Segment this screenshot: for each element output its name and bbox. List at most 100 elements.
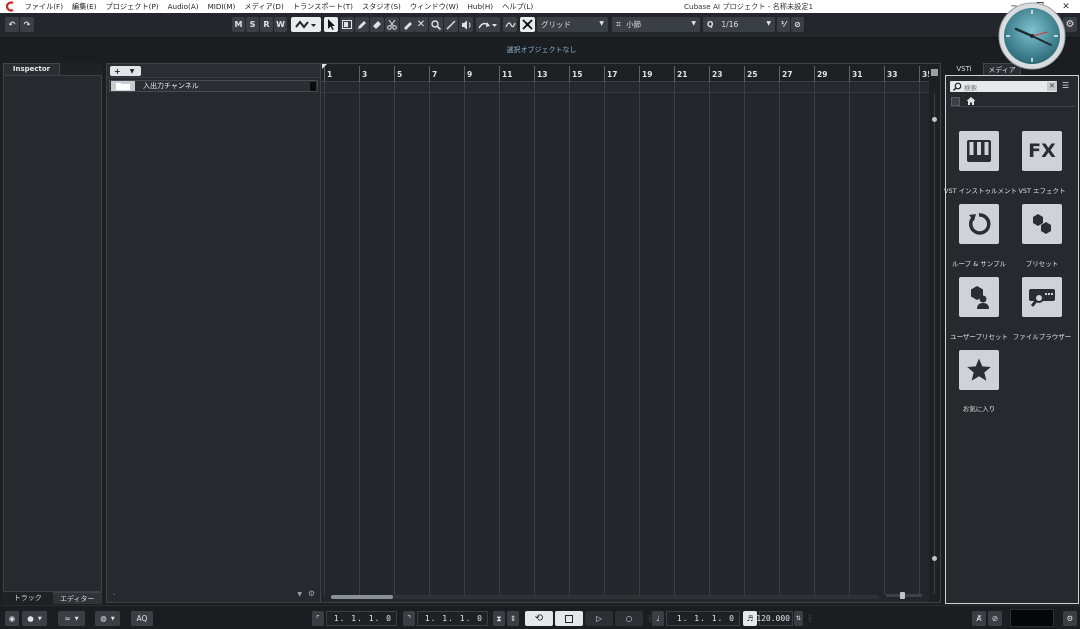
menu-audio[interactable]: Audio(A) <box>163 0 203 13</box>
menu-project[interactable]: プロジェクト(P) <box>101 0 163 13</box>
nudge-icon: ⇕ <box>509 614 517 623</box>
cycle-button[interactable]: ⟲ <box>525 611 553 626</box>
tempo-stepper[interactable]: ⇅ <box>794 611 803 626</box>
tempo-track-button[interactable]: ♬ <box>743 611 757 626</box>
locate-icon: ⧗ <box>496 613 502 623</box>
add-track-button[interactable]: + ▼ <box>110 66 141 76</box>
cycle-record-button[interactable]: ◍ ▼ <box>95 611 120 626</box>
list-view-icon[interactable]: ☰ <box>1062 81 1073 92</box>
vertical-zoom-knob-bottom[interactable] <box>932 556 937 561</box>
nudge-button[interactable]: ⇕ <box>507 611 519 626</box>
split-tool[interactable] <box>385 17 399 32</box>
snap-toggle[interactable] <box>503 17 517 32</box>
menu-edit[interactable]: 編集(E) <box>68 0 102 13</box>
redo-button[interactable]: ↷ <box>20 17 34 32</box>
horizontal-zoom-slider[interactable] <box>886 592 922 599</box>
play-tool[interactable] <box>459 17 473 32</box>
toolbar: ↶ ↷ M S R W ✕ グリッド ▼ ⌗ 小節 ▼ Q 1/16 ▼ ⅟ ⊘… <box>0 13 1080 38</box>
position-field[interactable]: 1. 1. 1. 0 <box>666 611 740 626</box>
stop-button[interactable] <box>555 611 583 626</box>
quantize-reset-button[interactable]: ⊘ <box>791 17 804 32</box>
record-button[interactable]: ○ <box>615 611 643 626</box>
mute-button[interactable]: M <box>232 17 245 32</box>
vertical-zoom-zone[interactable] <box>929 64 940 602</box>
menu-window[interactable]: ウィンドウ(W) <box>405 0 463 13</box>
transport-divider: ⋮ <box>806 614 814 623</box>
solo-button[interactable]: S <box>246 17 259 32</box>
menu-studio[interactable]: スタジオ(S) <box>357 0 405 13</box>
menu-midi[interactable]: MIDI(M) <box>203 0 240 13</box>
play-icon: ▷ <box>596 614 602 623</box>
chevron-down-icon[interactable]: ▼ <box>297 591 302 598</box>
record-icon: ○ <box>625 614 633 623</box>
tab-vsti[interactable]: VSTi <box>945 63 983 75</box>
tempo-field[interactable]: 120.000 <box>756 611 793 626</box>
left-locator-button[interactable]: ⌜ <box>312 611 324 626</box>
locate-button[interactable]: ⧗ <box>493 611 505 626</box>
inspector-tab[interactable]: Inspector <box>3 63 60 75</box>
gear-icon[interactable]: ⚙ <box>308 589 315 598</box>
menu-hub[interactable]: Hub(H) <box>463 0 498 13</box>
transport-settings-button[interactable]: ⚙ <box>1063 611 1077 626</box>
quantize-dropdown[interactable]: Q 1/16 ▼ <box>703 17 775 32</box>
write-automation-button[interactable]: W <box>274 17 287 32</box>
snap-on-button[interactable] <box>520 17 535 32</box>
ruler-bar-number: 9 <box>467 70 473 79</box>
punch-mode-button[interactable]: ≈ ▼ <box>58 611 85 626</box>
record-mode-button[interactable]: ● ▼ <box>22 611 47 626</box>
glue-tool[interactable] <box>400 17 414 32</box>
tap-tempo-button[interactable]: ⊘ <box>988 611 1002 626</box>
tab-editor[interactable]: エディター <box>52 592 102 604</box>
menu-file[interactable]: ファイル(F) <box>20 0 68 13</box>
zoom-tool[interactable] <box>429 17 443 32</box>
bar-grid-line <box>814 82 815 595</box>
menu-list: ファイル(F) 編集(E) プロジェクト(P) Audio(A) MIDI(M)… <box>20 0 538 13</box>
zoom-knob[interactable] <box>900 592 905 599</box>
right-locator-button[interactable]: ⌝ <box>403 611 415 626</box>
menu-transport[interactable]: トランスポート(T) <box>288 0 357 13</box>
undo-button[interactable]: ↶ <box>5 17 19 32</box>
window-title: Cubase AI プロジェクト - 名称未設定1 <box>684 2 814 11</box>
time-display-button[interactable]: ♩ <box>652 611 664 626</box>
vertical-zoom-knob[interactable] <box>932 117 937 122</box>
scrollbar-thumb[interactable] <box>331 595 393 599</box>
horizontal-scrollbar[interactable] <box>331 595 879 599</box>
metronome-button[interactable]: Ⱥ <box>972 611 986 626</box>
range-tool[interactable] <box>340 17 354 32</box>
event-display[interactable]: 1 3 5 7 9 11 13 15 17 19 21 23 25 27 29 31 33 35 <box>321 63 941 603</box>
clear-search-button[interactable]: ✕ <box>1047 82 1057 91</box>
ruler[interactable]: 1 3 5 7 9 11 13 15 17 19 21 23 25 27 29 31 33 35 <box>321 64 932 82</box>
track-row[interactable]: 入出力チャンネル <box>109 80 318 92</box>
automation-mode-button[interactable] <box>291 17 321 32</box>
left-locator-field[interactable]: 1. 1. 1. 0 <box>326 611 397 626</box>
search-placeholder: 検索 <box>964 83 977 92</box>
erase-tool[interactable] <box>370 17 384 32</box>
menu-help[interactable]: ヘルプ(L) <box>498 0 538 13</box>
read-automation-button[interactable]: R <box>260 17 273 32</box>
mute-tool[interactable]: ✕ <box>414 17 428 32</box>
activate-project-button[interactable]: ◉ <box>5 611 19 626</box>
menu-media[interactable]: メディア(D) <box>240 0 288 13</box>
auto-quantize-button[interactable]: AQ <box>131 611 153 626</box>
snap-type-dropdown[interactable]: グリッド ▼ <box>537 17 608 32</box>
bar-grid-line <box>359 82 360 595</box>
inspector-panel <box>3 75 102 592</box>
grid-type-dropdown[interactable]: ⌗ 小節 ▼ <box>612 17 700 32</box>
line-tool[interactable] <box>444 17 458 32</box>
snap-mode-button[interactable] <box>476 17 500 32</box>
play-button[interactable]: ▷ <box>585 611 613 626</box>
tab-track[interactable]: トラック <box>3 592 53 604</box>
media-search-input[interactable]: 検索 <box>950 81 1057 92</box>
track-list-collapse[interactable]: - <box>113 591 115 598</box>
filter-checkbox[interactable] <box>951 97 960 106</box>
ruler-menu-button[interactable] <box>931 69 938 76</box>
draw-tool[interactable] <box>355 17 369 32</box>
home-icon[interactable] <box>966 96 976 106</box>
iterative-quantize-button[interactable]: ⅟ <box>777 17 790 32</box>
right-locator-field[interactable]: 1. 1. 1. 0 <box>417 611 488 626</box>
folder-lane[interactable] <box>321 82 929 93</box>
object-select-tool[interactable] <box>324 17 338 32</box>
ruler-tick <box>499 66 500 82</box>
vertical-zoom-track[interactable] <box>934 94 935 594</box>
right-zone: VSTi メディア 検索 ✕ ☰ VST インストゥルメント FX VST エフ… <box>944 63 1080 605</box>
